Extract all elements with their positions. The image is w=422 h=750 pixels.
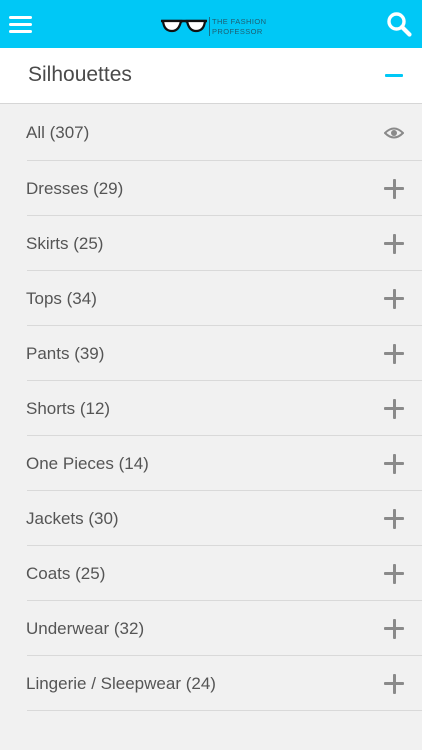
plus-icon[interactable]	[384, 508, 404, 529]
logo-text: THE FASHION PROFESSOR	[212, 17, 266, 37]
hamburger-menu-icon[interactable]	[9, 13, 32, 35]
glasses-logo-icon	[161, 19, 207, 33]
silhouettes-section-header[interactable]: Silhouettes	[0, 48, 422, 104]
category-label: Lingerie / Sleepwear (24)	[26, 673, 216, 693]
search-icon[interactable]	[386, 11, 412, 37]
list-item[interactable]: Lingerie / Sleepwear (24)	[0, 656, 422, 711]
category-label: One Pieces (14)	[26, 453, 149, 473]
list-item[interactable]: Shorts (12)	[0, 381, 422, 436]
logo-divider	[209, 17, 210, 36]
category-label: Jackets (30)	[26, 508, 119, 528]
top-bar: THE FASHION PROFESSOR	[0, 0, 422, 48]
list-item[interactable]: One Pieces (14)	[0, 436, 422, 491]
minus-icon[interactable]	[385, 74, 403, 77]
logo-line-1: THE FASHION	[212, 17, 267, 26]
list-item[interactable]: Dresses (29)	[0, 161, 422, 216]
category-label: Shorts (12)	[26, 398, 111, 418]
plus-icon[interactable]	[384, 343, 404, 364]
category-label: Underwear (32)	[26, 618, 145, 638]
list-item[interactable]: Skirts (25)	[0, 216, 422, 271]
list-item[interactable]: Jackets (30)	[0, 491, 422, 546]
category-label: Pants (39)	[26, 343, 105, 363]
menu-line	[9, 16, 32, 19]
plus-icon[interactable]	[384, 288, 404, 309]
menu-line	[9, 30, 32, 33]
plus-icon[interactable]	[384, 453, 404, 474]
list-item[interactable]: All (307)	[0, 104, 422, 161]
category-label: Dresses (29)	[26, 178, 124, 198]
plus-icon[interactable]	[384, 673, 404, 694]
list-item[interactable]: Tops (34)	[0, 271, 422, 326]
list-item[interactable]: Coats (25)	[0, 546, 422, 601]
plus-icon[interactable]	[384, 563, 404, 584]
plus-icon[interactable]	[384, 178, 404, 199]
category-label: Coats (25)	[26, 563, 106, 583]
plus-icon[interactable]	[384, 233, 404, 254]
app-logo[interactable]: THE FASHION PROFESSOR	[160, 14, 270, 38]
list-item[interactable]: Underwear (32)	[0, 601, 422, 656]
list-item[interactable]: Pants (39)	[0, 326, 422, 381]
plus-icon[interactable]	[384, 398, 404, 419]
plus-icon[interactable]	[384, 618, 404, 639]
eye-icon[interactable]	[384, 126, 404, 140]
category-label: Skirts (25)	[26, 233, 104, 253]
menu-line	[9, 23, 32, 26]
category-list: All (307) Dresses (29) Skirts (25) Tops (34…	[0, 104, 422, 711]
category-label: Tops (34)	[26, 288, 97, 308]
logo-line-2: PROFESSOR	[212, 27, 263, 36]
section-title: Silhouettes	[28, 63, 132, 86]
category-label: All (307)	[26, 122, 90, 142]
